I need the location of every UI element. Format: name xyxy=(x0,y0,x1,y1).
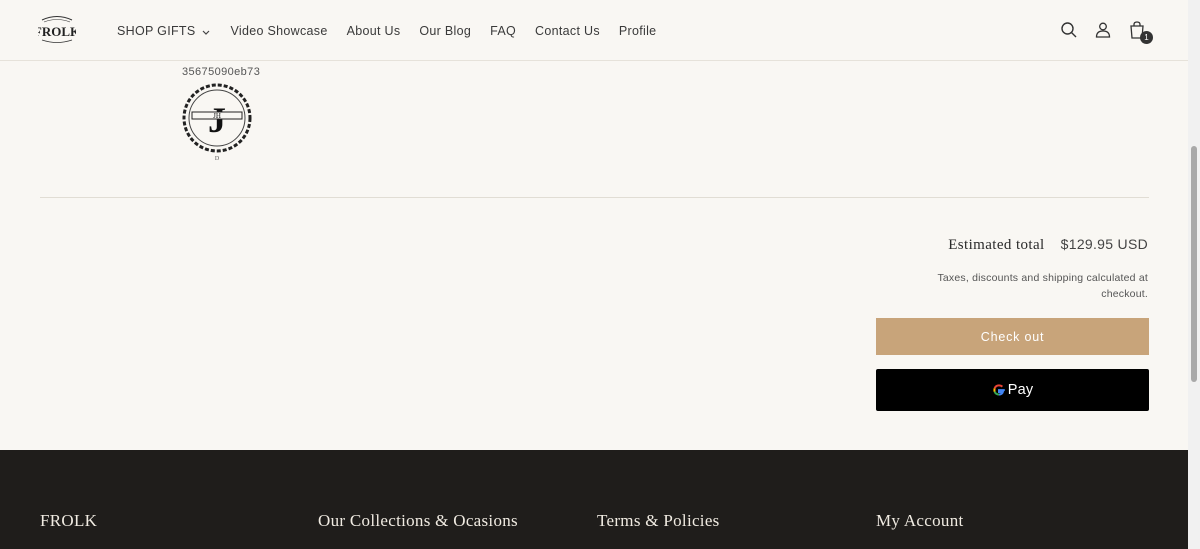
frolk-logo[interactable]: FROLK xyxy=(34,14,81,46)
nav-profile[interactable]: Profile xyxy=(619,24,657,38)
monogram-small-text: D xyxy=(215,156,220,162)
logo-text: FROLK xyxy=(38,24,76,39)
item-property-value: 35675090eb73 xyxy=(182,66,261,78)
header-icons: 1 xyxy=(1046,19,1153,44)
cart-icon[interactable]: 1 xyxy=(1126,19,1153,44)
cart-count-badge: 1 xyxy=(1140,31,1153,44)
monogram-preview-image: J JH D xyxy=(178,82,256,162)
google-pay-button[interactable]: Pay xyxy=(876,369,1149,411)
footer-heading-frolk: FROLK xyxy=(40,511,98,530)
nav-contact-us[interactable]: Contact Us xyxy=(535,24,600,38)
search-icon[interactable] xyxy=(1058,19,1080,41)
page-scrollbar[interactable] xyxy=(1188,0,1200,549)
footer-heading-my-account: My Account xyxy=(876,511,964,530)
nav-our-blog[interactable]: Our Blog xyxy=(419,24,471,38)
tax-note: Taxes, discounts and shipping calculated… xyxy=(937,272,1148,300)
nav-about-us[interactable]: About Us xyxy=(347,24,401,38)
estimated-total-label: Estimated total xyxy=(948,237,1045,253)
google-pay-label: Pay xyxy=(1007,382,1034,398)
checkout-button[interactable]: Check out xyxy=(876,318,1149,355)
monogram-letter: J xyxy=(208,100,226,140)
site-footer xyxy=(0,450,1188,549)
google-logo-icon xyxy=(992,383,1006,397)
footer-heading-terms: Terms & Policies xyxy=(597,511,720,530)
scrollbar-thumb[interactable] xyxy=(1191,146,1197,382)
site-header: FROLK SHOP GIFTS Video Showcase About Us… xyxy=(0,0,1188,61)
estimated-total-row: Estimated total $129.95 USD xyxy=(948,236,1148,254)
chevron-down-icon xyxy=(201,26,211,36)
nav-shop-gifts[interactable]: SHOP GIFTS xyxy=(117,24,211,38)
nav-faq[interactable]: FAQ xyxy=(490,24,516,38)
estimated-total-value: $129.95 USD xyxy=(1060,236,1148,252)
footer-heading-collections: Our Collections & Ocasions xyxy=(318,511,518,530)
cart-divider xyxy=(40,197,1149,198)
monogram-initials: JH xyxy=(213,112,221,120)
nav-shop-gifts-label: SHOP GIFTS xyxy=(117,24,196,38)
nav-video-showcase[interactable]: Video Showcase xyxy=(230,24,327,38)
main-nav: SHOP GIFTS Video Showcase About Us Our B… xyxy=(117,22,675,40)
account-icon[interactable] xyxy=(1092,19,1114,41)
